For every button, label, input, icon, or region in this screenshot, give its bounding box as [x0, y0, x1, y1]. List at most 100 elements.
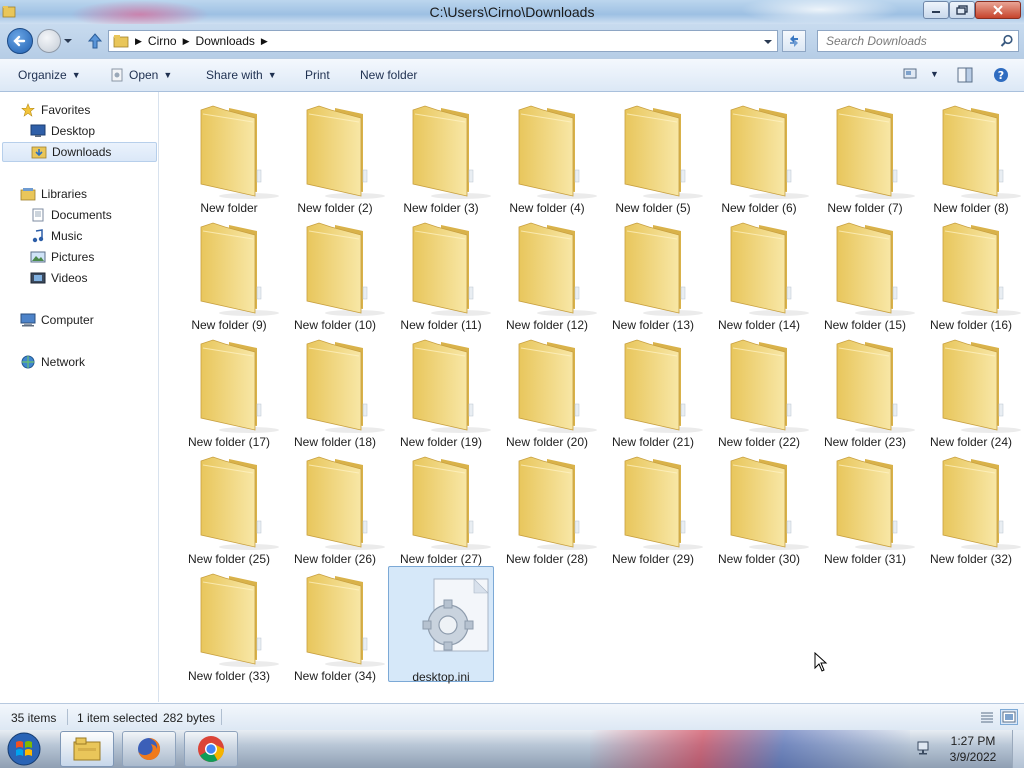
folder-item[interactable]: New folder (7)	[812, 98, 918, 215]
folder-item[interactable]: New folder (14)	[706, 215, 812, 332]
folder-item[interactable]: New folder (6)	[706, 98, 813, 215]
nav-desktop[interactable]: Desktop	[30, 121, 95, 141]
folder-item[interactable]: New folder (28)	[494, 449, 600, 566]
folder-item[interactable]: New folder (8)	[918, 98, 1024, 215]
details-view-button[interactable]	[978, 709, 996, 725]
show-desktop-button[interactable]	[1012, 730, 1024, 768]
folder-item[interactable]: New folder (30)	[706, 449, 812, 566]
breadcrumb-downloads[interactable]: Downloads	[196, 34, 255, 48]
title-bar[interactable]: C:\Users\Cirno\Downloads	[0, 0, 1024, 24]
large-icons-view-button[interactable]	[1000, 709, 1018, 725]
file-item[interactable]: desktop.ini	[388, 566, 494, 684]
folder-item[interactable]: New folder (18)	[282, 332, 388, 449]
folder-item[interactable]: New folder (19)	[388, 332, 495, 449]
recent-pages-dropdown[interactable]	[63, 36, 73, 46]
network-tray-icon[interactable]	[916, 740, 932, 756]
nav-videos[interactable]: Videos	[30, 268, 87, 288]
nav-downloads[interactable]: Downloads	[2, 142, 157, 162]
chevron-down-icon[interactable]	[763, 38, 773, 46]
nav-network[interactable]: Network	[20, 352, 85, 372]
folder-item[interactable]: New folder (16)	[918, 215, 1024, 332]
print-button[interactable]: Print	[305, 68, 330, 82]
search-box[interactable]	[817, 30, 1019, 52]
up-arrow-icon[interactable]	[87, 32, 103, 50]
start-button[interactable]	[2, 730, 46, 768]
search-icon[interactable]	[1000, 34, 1014, 48]
nav-favorites[interactable]: Favorites	[20, 100, 90, 120]
folder-item[interactable]: New folder (5)	[600, 98, 707, 215]
folder-item[interactable]: New folder (13)	[600, 215, 706, 332]
taskbar-chrome[interactable]	[184, 731, 238, 767]
folder-item[interactable]: New folder (21)	[600, 332, 706, 449]
navigation-pane: Favorites Desktop Downloads Libraries Do…	[0, 92, 159, 702]
close-button[interactable]	[975, 1, 1021, 19]
restore-button[interactable]	[949, 1, 975, 19]
open-button[interactable]: Open ▼	[110, 68, 172, 82]
folder-icon	[411, 338, 495, 434]
chevron-down-icon: ▼	[71, 70, 81, 80]
folder-item[interactable]: New folder (27)	[388, 449, 494, 566]
search-input[interactable]	[826, 31, 996, 51]
forward-button[interactable]	[37, 29, 61, 53]
folder-item[interactable]: New folder	[176, 98, 282, 215]
folder-icon	[623, 104, 707, 200]
folder-item[interactable]: New folder (9)	[176, 215, 282, 332]
folder-item[interactable]: New folder (34)	[282, 566, 388, 683]
item-label: New folder (26)	[293, 552, 377, 566]
folder-item[interactable]: New folder (23)	[812, 332, 918, 449]
help-button[interactable]: ?	[993, 67, 1009, 83]
folder-item[interactable]: New folder (33)	[176, 566, 282, 683]
taskbar-firefox[interactable]	[122, 731, 176, 767]
folder-item[interactable]: New folder (17)	[176, 332, 282, 449]
folder-icon	[623, 455, 707, 551]
nav-computer[interactable]: Computer	[20, 310, 94, 330]
star-icon	[21, 103, 35, 117]
folder-item[interactable]: New folder (3)	[388, 98, 494, 215]
breadcrumb-separator[interactable]: ▶	[183, 36, 190, 47]
folder-item[interactable]: New folder (15)	[812, 215, 918, 332]
folder-item[interactable]: New folder (10)	[282, 215, 388, 332]
organize-button[interactable]: Organize ▼	[18, 68, 81, 82]
change-view-button[interactable]: ▼	[903, 67, 939, 81]
back-button[interactable]	[7, 28, 33, 54]
help-icon: ?	[994, 68, 1008, 82]
folder-item[interactable]: New folder (22)	[706, 332, 812, 449]
clock[interactable]: 1:27 PM 3/9/2022	[940, 733, 1006, 765]
preview-pane-button[interactable]	[957, 67, 973, 83]
breadcrumb-separator[interactable]: ▶	[261, 36, 268, 47]
folder-item[interactable]: New folder (29)	[600, 449, 707, 566]
folder-item[interactable]: New folder (4)	[494, 98, 601, 215]
folder-item[interactable]: New folder (11)	[388, 215, 495, 332]
minimize-button[interactable]	[923, 1, 949, 19]
breadcrumb-cirno[interactable]: Cirno	[148, 34, 177, 48]
nav-documents[interactable]: Documents	[30, 205, 112, 225]
folder-item[interactable]: New folder (2)	[282, 98, 388, 215]
command-bar: Organize ▼ Open ▼ Share with ▼ Print New fo…	[0, 58, 1024, 92]
address-bar[interactable]: ▶ Cirno ▶ Downloads ▶	[108, 30, 778, 52]
new-folder-button[interactable]: New folder	[360, 68, 417, 82]
clock-date: 3/9/2022	[949, 750, 997, 764]
folder-icon	[411, 221, 495, 317]
folder-item[interactable]: New folder (12)	[494, 215, 600, 332]
folder-item[interactable]: New folder (32)	[918, 449, 1024, 566]
folder-icon	[517, 104, 601, 200]
refresh-button[interactable]	[782, 30, 806, 52]
preview-pane-icon	[957, 67, 973, 83]
item-label: New folder (13)	[611, 318, 695, 332]
folder-item[interactable]: New folder (26)	[282, 449, 388, 566]
share-with-button[interactable]: Share with ▼	[206, 68, 277, 82]
nav-desktop-label: Desktop	[51, 124, 96, 138]
folder-item[interactable]: New folder (24)	[918, 332, 1024, 449]
folder-item[interactable]: New folder (31)	[812, 449, 918, 566]
nav-libraries[interactable]: Libraries	[20, 184, 87, 204]
item-label: New folder (10)	[293, 318, 377, 332]
folder-item[interactable]: New folder (20)	[494, 332, 600, 449]
status-divider	[67, 709, 68, 725]
breadcrumb-separator[interactable]: ▶	[135, 36, 142, 47]
file-view[interactable]: New folder New folder (2) New folder (3) Ne…	[160, 92, 1024, 702]
folder-item[interactable]: New folder (25)	[176, 449, 282, 566]
taskbar-explorer[interactable]	[60, 731, 114, 767]
folder-icon	[729, 104, 813, 200]
nav-music[interactable]: Music	[30, 226, 82, 246]
nav-pictures[interactable]: Pictures	[30, 247, 94, 267]
